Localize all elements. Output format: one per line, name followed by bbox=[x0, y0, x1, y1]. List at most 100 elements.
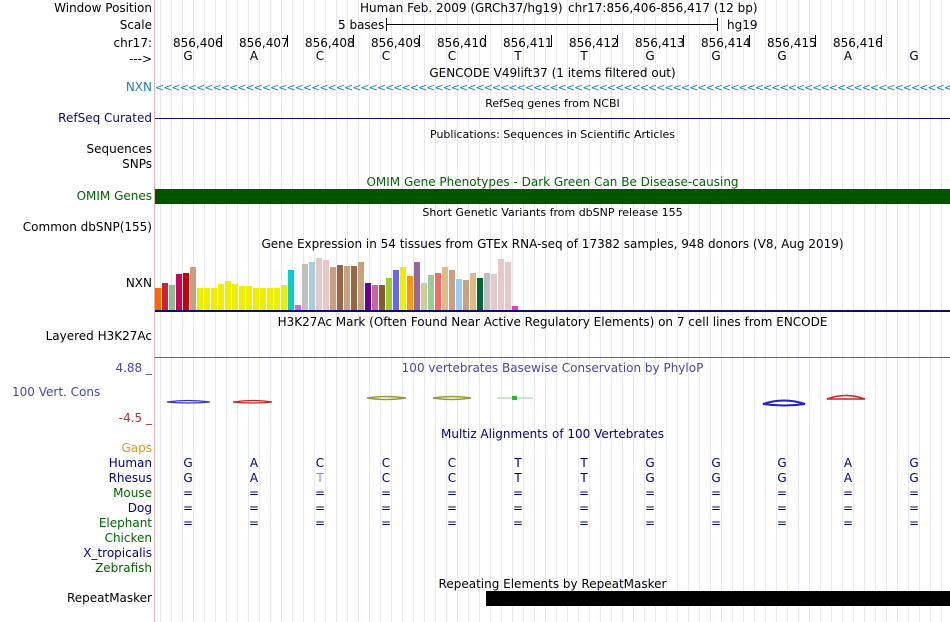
gtex-tissue-bar[interactable] bbox=[176, 274, 182, 310]
gtex-tissue-bar[interactable] bbox=[372, 285, 378, 310]
gtex-tissue-bar[interactable] bbox=[225, 281, 231, 310]
species-label-rhesus[interactable]: Rhesus bbox=[109, 471, 152, 485]
gtex-bar-graph[interactable] bbox=[155, 253, 535, 310]
alignment-base: = bbox=[248, 516, 260, 530]
refseq-gene-line[interactable] bbox=[155, 118, 950, 119]
gtex-track-label[interactable]: NXN bbox=[126, 276, 152, 290]
h3k27ac-track-label[interactable]: Layered H3K27Ac bbox=[46, 329, 152, 343]
gtex-tissue-bar[interactable] bbox=[358, 262, 364, 310]
alignment-base: T bbox=[514, 471, 522, 485]
gtex-track-title: Gene Expression in 54 tissues from GTEx … bbox=[261, 237, 844, 251]
gtex-tissue-bar[interactable] bbox=[288, 270, 294, 310]
gtex-tissue-bar[interactable] bbox=[260, 288, 266, 310]
species-label-zebrafish[interactable]: Zebrafish bbox=[95, 561, 152, 575]
gtex-tissue-bar[interactable] bbox=[253, 288, 259, 310]
repeatmasker-track-label[interactable]: RepeatMasker bbox=[67, 591, 152, 605]
alignment-base: G bbox=[909, 471, 919, 485]
gtex-tissue-bar[interactable] bbox=[309, 262, 315, 310]
gtex-tissue-bar[interactable] bbox=[302, 264, 308, 310]
gtex-tissue-bar[interactable] bbox=[316, 258, 322, 310]
gtex-tissue-bar[interactable] bbox=[414, 262, 420, 310]
h3k27ac-signal-line[interactable] bbox=[155, 357, 950, 358]
gtex-tissue-bar[interactable] bbox=[190, 267, 196, 310]
alignment-base: = bbox=[380, 501, 392, 515]
gtex-tissue-bar[interactable] bbox=[407, 276, 413, 310]
gtex-tissue-bar[interactable] bbox=[421, 283, 427, 310]
species-label-elephant[interactable]: Elephant bbox=[99, 516, 152, 530]
gtex-tissue-bar[interactable] bbox=[281, 285, 287, 310]
gtex-tissue-bar[interactable] bbox=[169, 285, 175, 310]
gtex-tissue-bar[interactable] bbox=[442, 267, 448, 310]
ruler-base: T bbox=[580, 49, 588, 63]
ruler-base: G bbox=[645, 49, 655, 63]
species-label-chicken[interactable]: Chicken bbox=[105, 531, 152, 545]
gtex-tissue-bar[interactable] bbox=[386, 278, 392, 310]
gtex-tissue-bar[interactable] bbox=[323, 260, 329, 310]
gencode-track-label[interactable]: NXN bbox=[126, 80, 152, 94]
species-label-human[interactable]: Human bbox=[109, 456, 152, 470]
dbsnp-track-label[interactable]: Common dbSNP(155) bbox=[23, 220, 152, 234]
omim-feature[interactable] bbox=[155, 189, 950, 204]
gtex-tissue-bar[interactable] bbox=[428, 275, 434, 310]
snps-track-label[interactable]: SNPs bbox=[122, 157, 152, 171]
alignment-base: G bbox=[711, 456, 721, 470]
repeatmasker-feature[interactable] bbox=[486, 591, 950, 606]
gtex-tissue-bar[interactable] bbox=[393, 270, 399, 310]
species-label-x_tropicalis[interactable]: X_tropicalis bbox=[83, 546, 152, 560]
multiz-track-title: Multiz Alignments of 100 Vertebrates bbox=[440, 427, 665, 441]
gtex-tissue-bar[interactable] bbox=[379, 285, 385, 310]
gtex-tissue-bar[interactable] bbox=[484, 273, 490, 310]
gtex-tissue-bar[interactable] bbox=[197, 288, 203, 310]
gtex-tissue-bar[interactable] bbox=[218, 284, 224, 310]
gtex-tissue-bar[interactable] bbox=[498, 259, 504, 310]
gtex-tissue-bar[interactable] bbox=[204, 288, 210, 310]
gtex-tissue-bar[interactable] bbox=[344, 266, 350, 310]
phylop-track-label[interactable]: 100 Vert. Cons bbox=[12, 385, 100, 399]
dbsnp-track-title: Short Genetic Variants from dbSNP releas… bbox=[422, 206, 683, 219]
gtex-tissue-bar[interactable] bbox=[505, 262, 511, 310]
alignment-base: = bbox=[182, 486, 194, 500]
pubs-track-label[interactable]: Sequences bbox=[87, 142, 152, 156]
gtex-tissue-bar[interactable] bbox=[330, 267, 336, 310]
gtex-tissue-bar[interactable] bbox=[351, 266, 357, 310]
refseq-track-label[interactable]: RefSeq Curated bbox=[58, 111, 152, 125]
gtex-tissue-bar[interactable] bbox=[337, 265, 343, 310]
alignment-base: = bbox=[842, 501, 854, 515]
gtex-tissue-bar[interactable] bbox=[435, 273, 441, 310]
gtex-tissue-bar[interactable] bbox=[456, 279, 462, 310]
omim-track-label[interactable]: OMIM Genes bbox=[77, 189, 152, 203]
ruler-tick bbox=[683, 35, 684, 47]
species-label-dog[interactable]: Dog bbox=[128, 501, 152, 515]
gtex-tissue-bar[interactable] bbox=[463, 280, 469, 310]
nxn-gene-feature[interactable]: <<<<<<<<<<<<<<<<<<<<<<<<<<<<<<<<<<<<<<<<… bbox=[155, 81, 950, 95]
phylop-signal[interactable] bbox=[155, 390, 950, 412]
alignment-base: C bbox=[447, 471, 457, 485]
track-label-column: Window Position Scale chr17: ---> NXN Re… bbox=[0, 0, 154, 622]
gtex-tissue-bar[interactable] bbox=[470, 273, 476, 310]
alignment-base: = bbox=[512, 501, 524, 515]
species-label-mouse[interactable]: Mouse bbox=[113, 486, 152, 500]
phylop-min-label: -4.5 _ bbox=[118, 411, 152, 425]
gtex-tissue-bar[interactable] bbox=[246, 286, 252, 310]
gtex-tissue-bar[interactable] bbox=[449, 270, 455, 310]
gtex-tissue-bar[interactable] bbox=[162, 283, 168, 310]
h3k27ac-track-title: H3K27Ac Mark (Often Found Near Active Re… bbox=[277, 315, 828, 329]
gtex-tissue-bar[interactable] bbox=[274, 288, 280, 310]
browser-track-image[interactable]: Human Feb. 2009 (GRCh37/hg19) chr17:856,… bbox=[155, 0, 950, 622]
chrom-label: chr17: bbox=[113, 36, 152, 50]
alignment-base: = bbox=[776, 501, 788, 515]
gtex-tissue-bar[interactable] bbox=[232, 284, 238, 310]
alignment-base: = bbox=[908, 501, 920, 515]
gtex-tissue-bar[interactable] bbox=[211, 288, 217, 310]
gtex-tissue-bar[interactable] bbox=[491, 274, 497, 310]
gtex-tissue-bar[interactable] bbox=[155, 288, 161, 310]
ruler-tick-label: 856,414 bbox=[701, 36, 751, 50]
gtex-tissue-bar[interactable] bbox=[239, 286, 245, 310]
gtex-tissue-bar[interactable] bbox=[365, 283, 371, 310]
gtex-tissue-bar[interactable] bbox=[267, 288, 273, 310]
ruler-tick-label: 856,413 bbox=[635, 36, 685, 50]
ruler-tick bbox=[815, 35, 816, 47]
gtex-tissue-bar[interactable] bbox=[183, 273, 189, 310]
gtex-tissue-bar[interactable] bbox=[477, 278, 483, 310]
gtex-tissue-bar[interactable] bbox=[400, 267, 406, 310]
